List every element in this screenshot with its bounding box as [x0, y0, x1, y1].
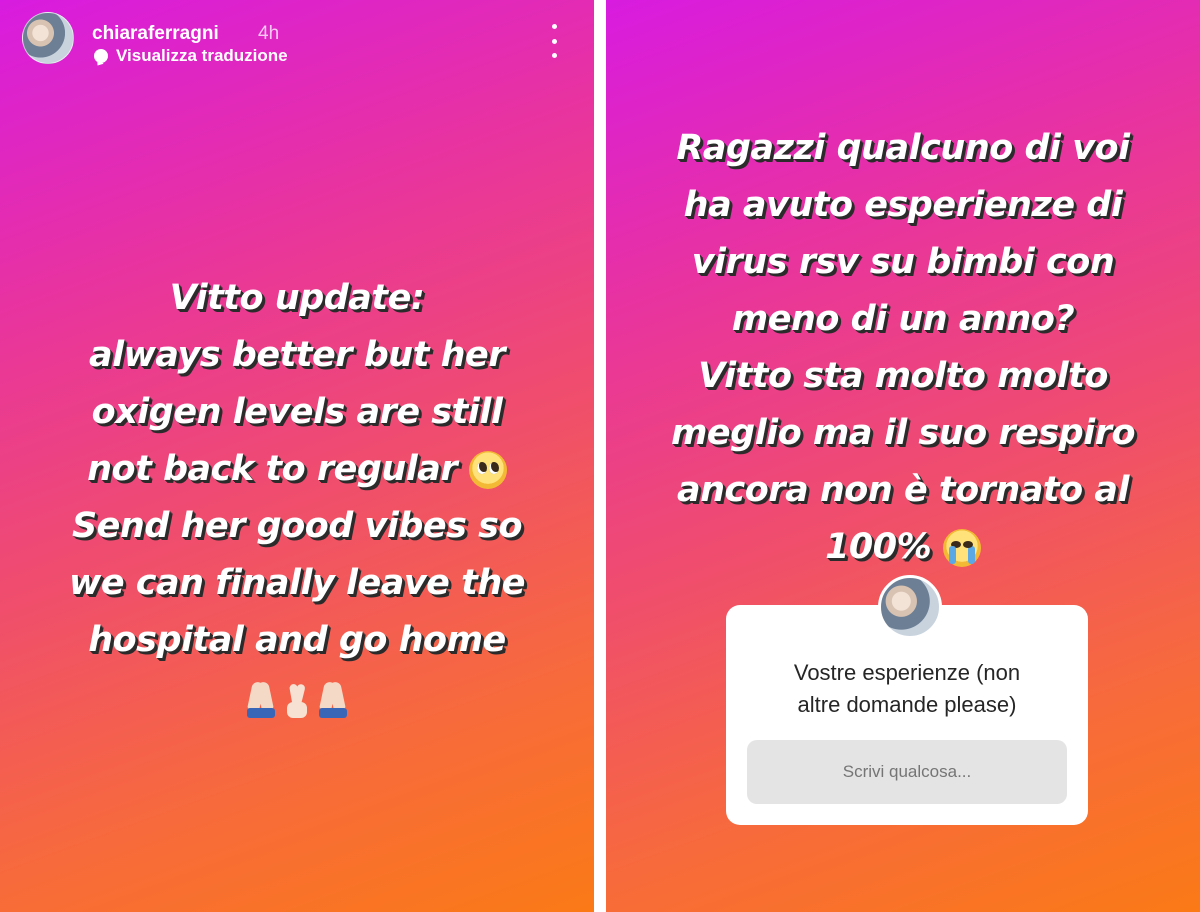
folded-hands-icon	[316, 678, 350, 718]
question-avatar	[878, 575, 942, 639]
translate-label: Visualizza traduzione	[116, 46, 288, 65]
story-line: 100%	[825, 527, 932, 567]
story-line: we can finally leave the	[69, 563, 525, 603]
crossed-fingers-icon	[282, 678, 312, 718]
story-line-with-emoji: 100%	[616, 519, 1190, 576]
question-prompt-line: altre domande please)	[797, 692, 1017, 717]
post-time: 4h	[258, 23, 280, 44]
story-header: chiaraferragni 4h Visualizza traduzione	[22, 12, 582, 72]
story-line: always better but her	[88, 335, 506, 375]
pleading-face-icon	[468, 451, 507, 489]
story-line-with-emoji: not back to regular	[10, 441, 584, 498]
speech-bubble-icon	[94, 49, 108, 63]
emoji-row	[10, 669, 584, 726]
story-line: hospital and go home	[88, 620, 506, 660]
story-right[interactable]: Ragazzi qualcuno di voi ha avuto esperie…	[606, 0, 1200, 912]
story-line: ha avuto esperienze di	[683, 185, 1123, 225]
loudly-crying-face-icon	[942, 529, 981, 567]
question-prompt: Vostre esperienze (non altre domande ple…	[726, 657, 1088, 721]
more-dot-icon	[551, 38, 557, 44]
folded-hands-icon	[244, 678, 278, 718]
story-line: meglio ma il suo respiro	[670, 413, 1136, 453]
story-line: virus rsv su bimbi con	[691, 242, 1115, 282]
more-dot-icon	[551, 24, 557, 29]
username[interactable]: chiaraferragni	[92, 23, 219, 45]
story-line: ancora non è tornato al	[676, 470, 1130, 510]
story-text: Vitto update: always better but her oxig…	[10, 270, 584, 726]
story-left[interactable]: chiaraferragni 4h Visualizza traduzione …	[0, 0, 594, 912]
more-dot-icon	[551, 53, 557, 58]
question-answer-input[interactable]	[747, 740, 1067, 804]
profile-avatar[interactable]	[22, 12, 74, 64]
story-line: oxigen levels are still	[91, 392, 503, 432]
story-line: Vitto sta molto molto	[698, 356, 1108, 396]
story-line: meno di un anno?	[731, 299, 1075, 339]
story-divider	[594, 0, 606, 912]
question-prompt-line: Vostre esperienze (non	[793, 660, 1021, 685]
story-line: Ragazzi qualcuno di voi	[676, 128, 1130, 168]
story-line: Vitto update:	[169, 278, 425, 318]
story-text: Ragazzi qualcuno di voi ha avuto esperie…	[616, 120, 1190, 576]
story-line: Send her good vibes so	[71, 506, 523, 546]
translate-link[interactable]: Visualizza traduzione	[94, 46, 288, 66]
story-line: not back to regular	[87, 449, 458, 489]
more-options-button[interactable]	[544, 24, 564, 58]
